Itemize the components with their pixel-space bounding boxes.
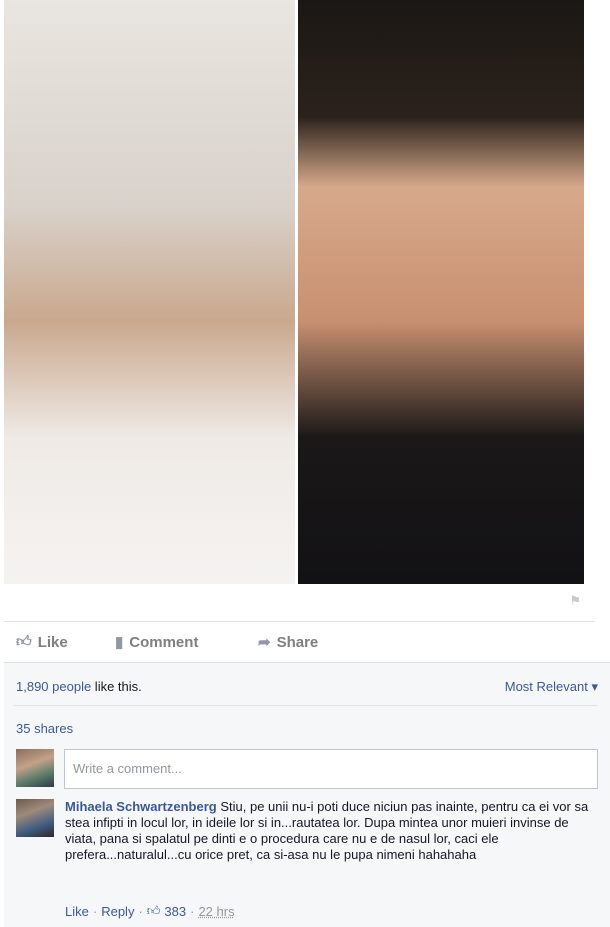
like-button[interactable]: 👍︎ Like: [16, 633, 68, 651]
avatar[interactable]: [16, 749, 54, 787]
thumbs-up-icon: 👍︎: [146, 903, 161, 918]
separator: ·: [92, 903, 98, 919]
comment-button[interactable]: ▮ Comment: [115, 633, 199, 652]
likes-summary: 1,890 people like this.: [16, 679, 142, 694]
share-arrow-icon: ➦: [258, 634, 271, 651]
post-photos: [4, 0, 584, 584]
comment-input[interactable]: Write a comment...: [64, 749, 598, 789]
like-label: Like: [37, 633, 68, 651]
sort-label: Most Relevant: [504, 679, 588, 694]
comment-meta: Like · Reply · 👍︎ 383 · 22 hrs: [65, 903, 235, 919]
separator: ·: [138, 903, 143, 919]
thumbs-up-icon: 👍︎: [16, 633, 32, 650]
separator: ·: [190, 903, 195, 919]
shares-link[interactable]: 35 shares: [16, 721, 73, 736]
comment-timestamp[interactable]: 22 hrs: [198, 904, 234, 919]
comment-like-button[interactable]: Like: [65, 904, 89, 919]
comment-author-link[interactable]: Mihaela Schwartzenberg: [65, 799, 217, 814]
divider: [14, 705, 598, 706]
speech-bubble-icon: ▮: [115, 634, 124, 651]
post-photo-left[interactable]: [4, 0, 295, 584]
caret-down-icon: ▾: [591, 679, 598, 694]
post-actions: 👍︎ Like ▮ Comment ➦ Share: [4, 622, 595, 662]
likes-count-link[interactable]: 1,890 people: [16, 679, 91, 694]
flag-icon[interactable]: ⚑: [569, 593, 581, 609]
post-photo-right[interactable]: [298, 0, 584, 584]
comment-reply-button[interactable]: Reply: [101, 904, 134, 919]
comment-like-count[interactable]: 383: [164, 904, 186, 919]
share-button[interactable]: ➦ Share: [258, 633, 319, 652]
commenter-avatar[interactable]: [16, 799, 54, 837]
sort-dropdown[interactable]: Most Relevant ▾: [505, 679, 598, 695]
feedback-section: 1,890 people like this. Most Relevant ▾ …: [4, 662, 610, 927]
likes-suffix: like this.: [91, 679, 142, 694]
share-label: Share: [276, 633, 319, 651]
post-footer-bar: ⚑: [4, 584, 595, 622]
comment-label: Comment: [129, 633, 199, 651]
comment-body: Mihaela Schwartzenberg Stiu, pe unii nu-…: [65, 799, 595, 863]
